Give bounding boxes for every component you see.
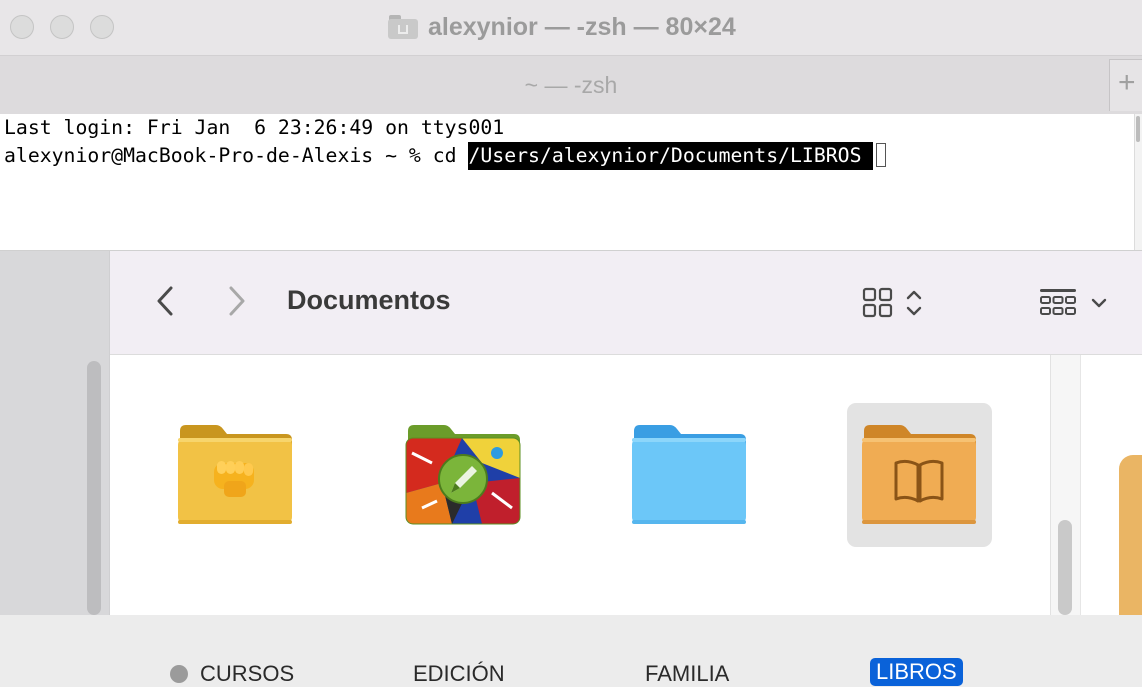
back-button[interactable]: [150, 283, 180, 319]
folder-label: FAMILIA: [645, 661, 730, 686]
forward-button[interactable]: [222, 283, 252, 319]
group-by-button[interactable]: [1038, 283, 1118, 323]
content-scroll-thumb[interactable]: [1058, 520, 1072, 615]
group-view-icon: [1040, 289, 1076, 315]
folder-label-text: CURSOS: [200, 661, 295, 686]
terminal-line: Last login: Fri Jan 6 23:26:49 on ttys00…: [4, 114, 1134, 142]
view-mode-button[interactable]: [862, 285, 932, 321]
last-login-text: Last login: Fri Jan 6 23:26:49 on ttys00…: [4, 116, 505, 139]
text-cursor: [876, 143, 887, 167]
selected-path-text[interactable]: /Users/alexynior/Documents/LIBROS: [468, 142, 874, 170]
sidebar-scrollbar[interactable]: [87, 361, 101, 615]
terminal-window: alexynior — -zsh — 80×24 ~ — -zsh + Last…: [0, 0, 1142, 250]
finder-content: CURSOS EDICIÓN FAMILIA LIBROS: [110, 355, 1050, 686]
terminal-line: alexynior@MacBook-Pro-de-Alexis ~ % cd /…: [4, 142, 1134, 170]
fist-folder-icon: [178, 425, 292, 524]
plus-icon: +: [1118, 66, 1136, 99]
chevron-down-icon: [1091, 298, 1107, 308]
preview-pane: [1080, 355, 1142, 615]
book-folder-icon: [862, 425, 976, 524]
folder-label: CURSOS: [170, 661, 294, 687]
chevron-updown-icon: [906, 290, 922, 316]
terminal-tab-bar: ~ — -zsh +: [0, 55, 1142, 114]
terminal-title: alexynior — -zsh — 80×24: [388, 12, 736, 42]
tag-dot: [170, 665, 188, 683]
folder-title: Documentos: [287, 285, 451, 315]
home-folder-icon: [388, 15, 418, 39]
minimize-window-button[interactable]: [50, 15, 74, 39]
folder-icon: [632, 425, 746, 524]
zoom-window-button[interactable]: [90, 15, 114, 39]
folder-label: LIBROS: [870, 658, 963, 686]
new-tab-button[interactable]: +: [1109, 59, 1142, 111]
finder-toolbar: Documentos: [110, 251, 1142, 355]
content-scrollbar[interactable]: [1050, 355, 1080, 615]
preview-folder-icon: [1119, 455, 1142, 615]
terminal-title-text: alexynior — -zsh — 80×24: [428, 12, 736, 41]
folder-label: EDICIÓN: [413, 661, 505, 686]
chevron-right-icon: [229, 286, 245, 316]
chevron-left-icon: [157, 286, 173, 316]
prompt-text: alexynior@MacBook-Pro-de-Alexis ~ % cd: [4, 144, 469, 167]
finder-window: Documentos CURSOS EDICIÓN FAMILIA LIBROS: [0, 250, 1142, 686]
terminal-scrollbar[interactable]: [1134, 114, 1142, 250]
terminal-scroll-thumb[interactable]: [1136, 116, 1140, 142]
close-window-button[interactable]: [10, 15, 34, 39]
terminal-output[interactable]: Last login: Fri Jan 6 23:26:49 on ttys00…: [0, 114, 1134, 250]
terminal-tab[interactable]: ~ — -zsh: [0, 72, 1142, 99]
grid-view-icon: [862, 287, 893, 318]
terminal-titlebar[interactable]: alexynior — -zsh — 80×24: [0, 0, 1142, 55]
painted-folder-icon: [405, 425, 521, 525]
finder-sidebar: [0, 251, 110, 615]
